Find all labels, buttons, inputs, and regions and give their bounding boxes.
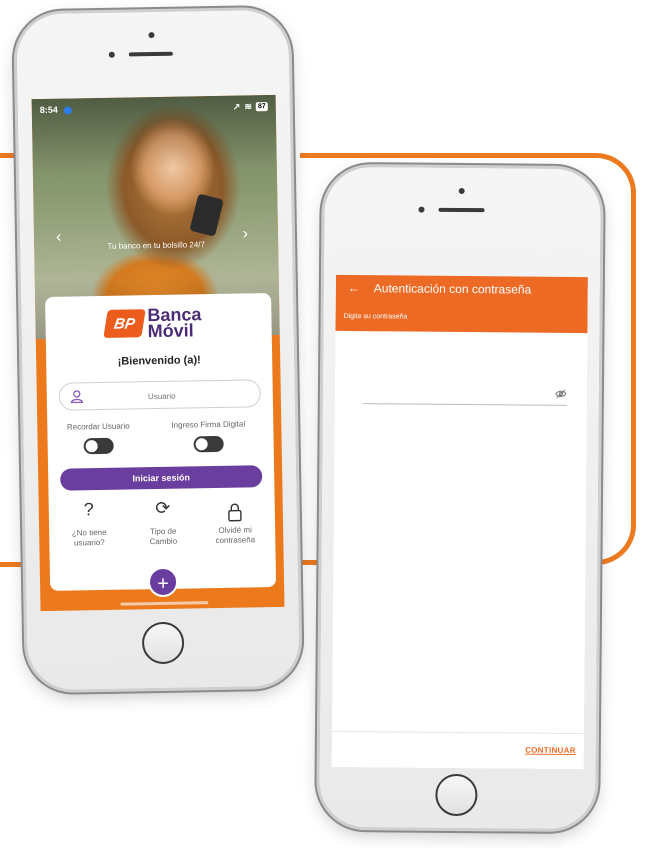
phone-login: 8:54 ↗ ≋ 87 ‹ › Tu banco en tu bolsillo … — [16, 9, 300, 691]
front-camera — [148, 32, 155, 39]
earpiece — [128, 51, 173, 57]
status-right: ↗ ≋ 87 — [233, 101, 268, 113]
wifi-icon: ≋ — [244, 101, 253, 112]
forgot-password-line2: contraseña — [215, 535, 256, 546]
login-screen: 8:54 ↗ ≋ 87 ‹ › Tu banco en tu bolsillo … — [31, 94, 285, 612]
home-indicator — [120, 601, 209, 606]
refresh-icon: ⟳ — [155, 497, 171, 519]
sensor-dot — [108, 51, 115, 58]
phone-password: ← Autenticación con contraseña Digite su… — [319, 166, 601, 830]
password-screen: ← Autenticación con contraseña Digite su… — [331, 246, 589, 770]
remember-user-toggle[interactable] — [83, 437, 114, 455]
logo-line2: Móvil — [147, 320, 194, 342]
exchange-rate-action[interactable]: ⟳ Tipo de Cambio — [131, 497, 196, 547]
front-camera — [458, 187, 465, 195]
sensor-dot — [418, 206, 425, 213]
welcome-title: ¡Bienvenido (a)! — [117, 354, 201, 368]
login-button[interactable]: Iniciar sesión — [60, 465, 263, 491]
lock-icon — [203, 501, 267, 524]
password-input[interactable] — [362, 381, 548, 405]
exchange-rate-line2: Cambio — [149, 536, 178, 547]
eye-off-icon[interactable] — [555, 389, 567, 399]
page-title: Autenticación con contraseña — [373, 281, 532, 297]
bottom-bar: CONTINUAR — [331, 730, 584, 770]
status-area — [335, 246, 589, 278]
battery-icon: 87 — [255, 102, 268, 112]
digital-signature-toggle[interactable] — [193, 435, 224, 453]
username-field[interactable] — [58, 379, 262, 411]
back-arrow-icon[interactable]: ← — [348, 281, 360, 295]
no-user-line2: usuario? — [73, 537, 105, 548]
page-subtitle: Digite su contraseña — [343, 312, 408, 321]
username-input[interactable] — [89, 385, 234, 407]
status-time: 8:54 — [39, 104, 58, 116]
forgot-password-action[interactable]: Olvidé mi contraseña — [203, 501, 268, 546]
app-header: ← Autenticación con contraseña Digite su… — [335, 274, 588, 334]
arrow-icon: ↗ — [232, 101, 241, 112]
logo-text: Banca Móvil — [147, 304, 202, 342]
fab-plus-button[interactable]: + — [147, 566, 179, 598]
logo: BP Banca Móvil — [103, 304, 202, 342]
remember-user-label: Recordar Usuario — [66, 421, 130, 432]
home-button[interactable] — [141, 621, 185, 665]
home-button[interactable] — [435, 773, 478, 817]
earpiece — [438, 207, 485, 213]
no-user-action[interactable]: ? ¿No tiene usuario? — [57, 499, 122, 549]
logo-mark: BP — [103, 309, 146, 338]
location-icon — [63, 106, 72, 115]
question-icon: ? — [83, 499, 94, 520]
login-card: BP Banca Móvil ¡Bienvenido (a)! Recordar… — [45, 293, 277, 591]
digital-signature-label: Ingreso Firma Digital — [171, 419, 246, 430]
password-field[interactable] — [362, 381, 568, 406]
stage: 8:54 ↗ ≋ 87 ‹ › Tu banco en tu bolsillo … — [0, 0, 653, 848]
user-icon — [70, 390, 84, 404]
continue-button[interactable]: CONTINUAR — [525, 746, 576, 755]
